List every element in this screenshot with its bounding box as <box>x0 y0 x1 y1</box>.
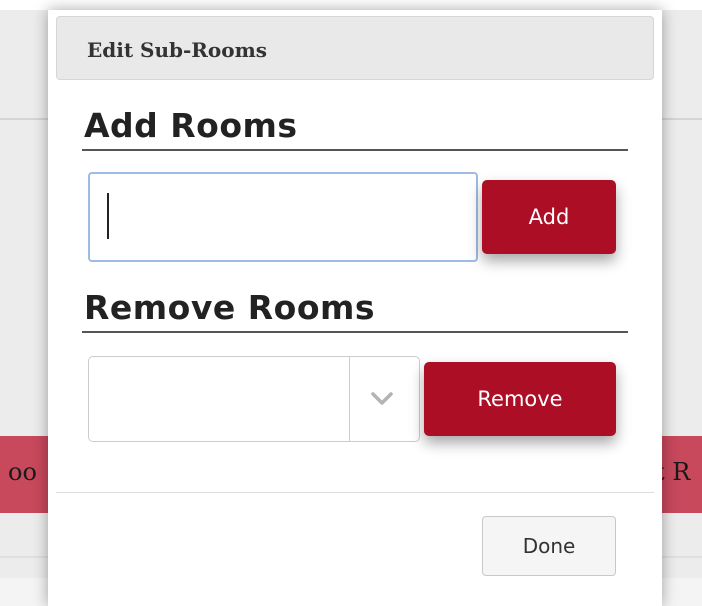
remove-room-select[interactable] <box>88 356 420 442</box>
remove-rooms-heading: Remove Rooms <box>84 288 376 327</box>
background-left-button-text: oo <box>8 458 37 486</box>
remove-rooms-rule <box>82 331 628 333</box>
background-top <box>0 0 702 10</box>
text-cursor <box>107 193 109 239</box>
room-name-input[interactable] <box>88 172 478 262</box>
chevron-down-icon[interactable] <box>365 383 399 413</box>
remove-button[interactable]: Remove <box>424 362 616 436</box>
done-button[interactable]: Done <box>482 516 616 576</box>
footer-divider <box>56 492 654 493</box>
add-rooms-rule <box>82 149 628 151</box>
select-divider <box>349 357 350 441</box>
add-rooms-heading: Add Rooms <box>84 106 298 145</box>
dialog-title: Edit Sub-Rooms <box>87 38 268 62</box>
dialog-header: Edit Sub-Rooms <box>56 16 654 80</box>
edit-sub-rooms-dialog: Edit Sub-Rooms Add Rooms Add Remove Room… <box>48 10 662 606</box>
add-button[interactable]: Add <box>482 180 616 254</box>
